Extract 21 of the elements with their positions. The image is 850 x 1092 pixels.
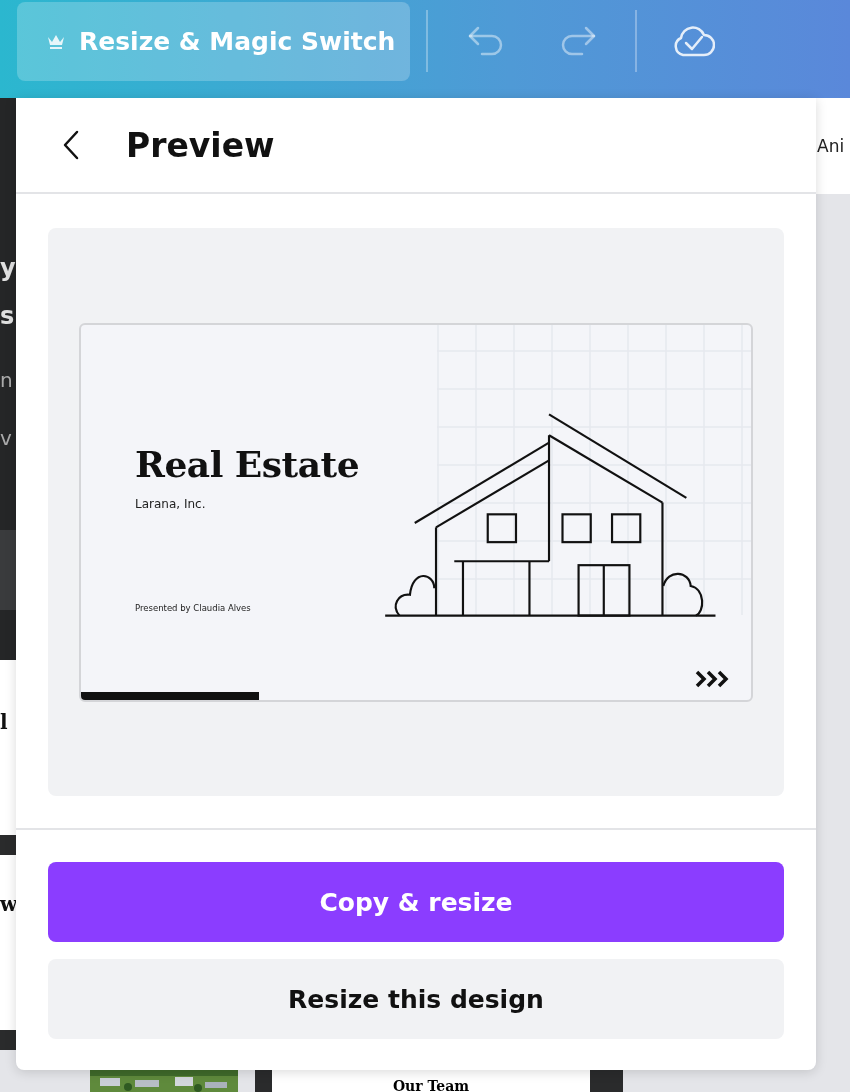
- slide-thumbnail[interactable]: [0, 855, 16, 1030]
- text-fragment: l: [0, 710, 8, 734]
- tab-label[interactable]: Ani: [816, 136, 845, 156]
- thumbnail-gap: [255, 1070, 272, 1092]
- text-fragment: y: [0, 254, 16, 282]
- slide-title: Our Team: [392, 1078, 470, 1092]
- slide-thumbnail[interactable]: [0, 660, 16, 835]
- dialog-title: Preview: [126, 125, 275, 165]
- thumbnail-gap: [0, 835, 16, 855]
- text-fragment: w: [0, 892, 18, 916]
- copy-resize-button[interactable]: Copy & resize: [48, 862, 784, 942]
- company-name: Larana, Inc.: [135, 496, 206, 511]
- thumbnail-gap: [590, 1070, 623, 1092]
- text-fragment: n: [0, 368, 13, 392]
- text-fragment: s: [0, 302, 15, 330]
- text-fragment: v: [0, 426, 12, 450]
- presenter-text: Presented by Claudia Alves: [135, 602, 251, 613]
- crown-icon: [47, 33, 65, 49]
- thumbnail-gap: [0, 1030, 16, 1050]
- slide-title: Real Estate: [135, 442, 360, 485]
- resize-design-button[interactable]: Resize this design: [48, 959, 784, 1039]
